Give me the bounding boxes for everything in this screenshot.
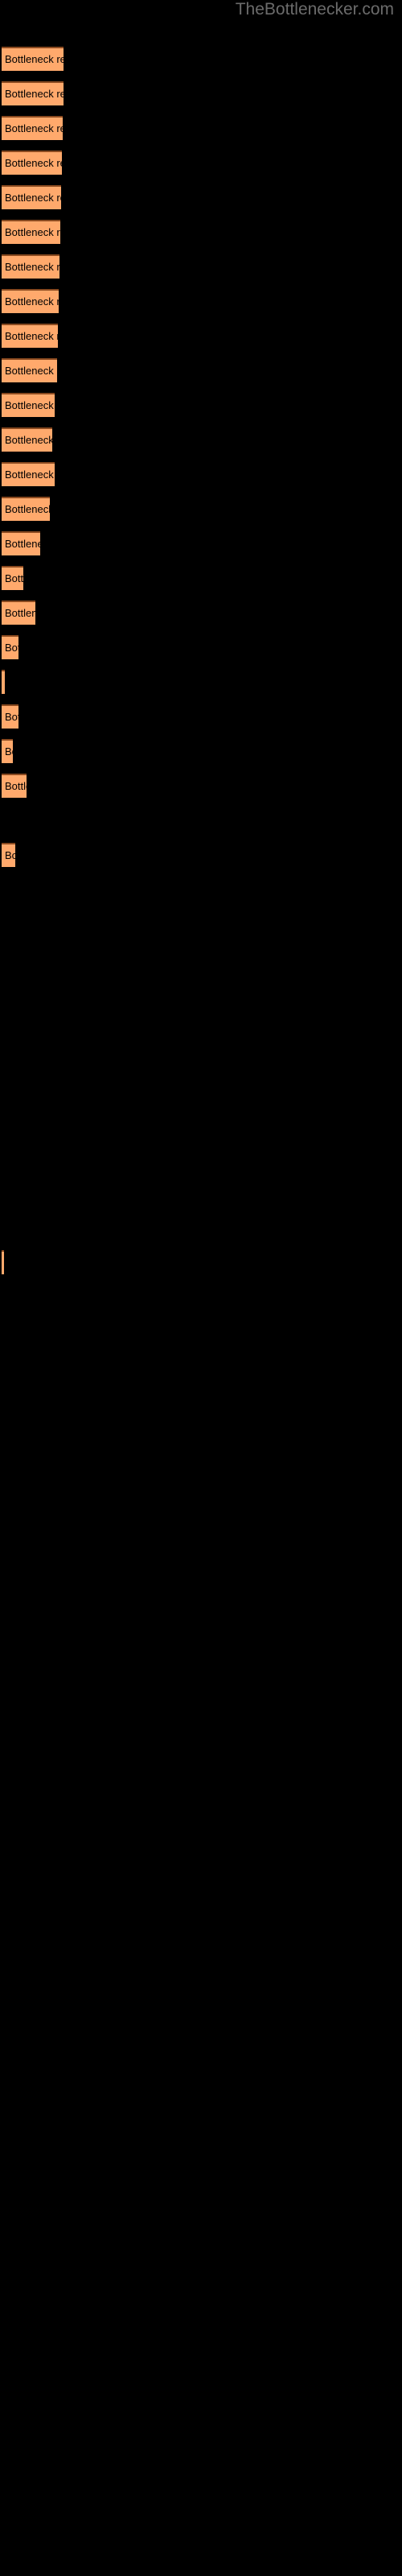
bar-clip: Bottleneck result [2,185,61,209]
bar[interactable]: Bottleneck result [2,116,63,140]
bar-label: Bottleneck result [5,572,23,584]
bar[interactable]: Bottleneck result [2,635,18,659]
bar-label: Bottleneck result [5,295,59,308]
bar-clip: Bottleneck result [2,497,50,521]
bar-clip: Bottleneck result [2,393,55,417]
bar[interactable]: Bottleneck result [2,566,23,590]
bar[interactable]: Bottleneck result [2,324,58,348]
bar-clip: Bottleneck result [2,739,13,763]
bar-label: Bottleneck result [5,192,61,204]
bar-clip: Bottleneck result [2,81,64,105]
bar[interactable]: Bottleneck result [2,220,60,244]
bar-clip: Bottleneck result [2,635,18,659]
bar[interactable]: Bottleneck result [2,704,18,729]
bar-clip: Bottleneck result [2,254,59,279]
bar[interactable]: Bottleneck result [2,81,64,105]
bar-label: Bottleneck result [5,53,64,65]
bar-label: Bottleneck result [5,642,18,654]
bar-label: Bottleneck result [5,261,59,273]
bar[interactable]: Bottleneck result [2,497,50,521]
bar-label: Bottleneck result [5,503,50,515]
bar-clip: Bottleneck result [2,601,35,625]
bar-label: Bottleneck result [5,745,13,758]
bar-clip: Bottleneck result [2,116,63,140]
bar[interactable]: Bottleneck result [2,358,57,382]
bar-clip: Bottleneck result [2,531,40,555]
bar[interactable]: Bottleneck result [2,47,64,71]
bar-label: Bottleneck result [5,399,55,411]
bar-label: Bottleneck result [5,434,52,446]
bar-clip: Bottleneck result [2,427,52,452]
bar-label: Bottleneck result [5,469,55,481]
bar-clip: Bottleneck result [2,220,60,244]
bar[interactable]: Bottleneck result [2,289,59,313]
bar-clip: Bottleneck result [2,704,18,729]
bar[interactable]: Bottleneck result [2,151,62,175]
bar[interactable]: Bottleneck result [2,843,15,867]
bar[interactable]: Bottleneck result [2,774,27,798]
bar-label: Bottleneck result [5,711,18,723]
bar-label: Bottleneck result [5,226,60,238]
bar-label: Bottleneck result [5,88,64,100]
bar[interactable]: Bottleneck result [2,427,52,452]
bar-chart-plot-area: Bottleneck result Bottleneck result Bottle… [0,0,402,2576]
bar-clip: Bottleneck result [2,289,59,313]
bar-label: Bottleneck result [5,538,40,550]
bar-label: Bottleneck result [5,365,57,377]
bar-label: Bottleneck result [5,780,27,792]
bar[interactable]: Bottleneck result [2,739,13,763]
bar-clip: Bottleneck result [2,670,5,694]
bar[interactable]: Bottleneck result [2,531,40,555]
bar[interactable]: Bottleneck result [2,393,55,417]
bar[interactable]: Bottleneck result [2,254,59,279]
bar-clip: Bottleneck result [2,151,62,175]
bar[interactable]: Bottleneck result [2,185,61,209]
bar-label: Bottleneck result [5,330,58,342]
chart-canvas: TheBottlenecker.com Bottleneck resultBot… [0,0,402,2576]
bar-clip: Bottleneck result [2,774,27,798]
bar[interactable]: Bottleneck result [2,601,35,625]
bar-clip: Bottleneck result [2,843,15,867]
bar[interactable]: Bottleneck result [2,1250,4,1274]
bar-clip: Bottleneck result [2,358,57,382]
bar-clip: Bottleneck result [2,462,55,486]
bar-label: Bottleneck result [5,607,35,619]
bar-label: Bottleneck result [5,849,15,861]
bar[interactable]: Bottleneck result [2,670,5,694]
bar-label: Bottleneck result [5,122,63,134]
bar[interactable]: Bottleneck result [2,462,55,486]
bar-clip: Bottleneck result [2,1250,4,1274]
bar-clip: Bottleneck result [2,566,23,590]
bar-clip: Bottleneck result [2,47,64,71]
bar-label: Bottleneck result [5,157,62,169]
bar-clip: Bottleneck result [2,324,58,348]
